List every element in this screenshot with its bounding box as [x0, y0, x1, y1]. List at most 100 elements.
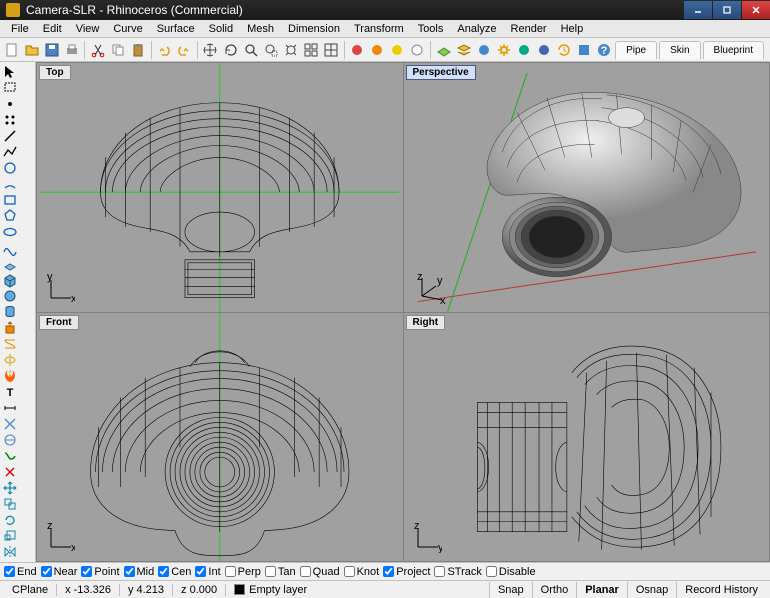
copy-button[interactable] — [109, 40, 128, 60]
rectangle-icon[interactable] — [2, 192, 18, 208]
osnap-near[interactable]: Near — [41, 566, 78, 578]
menu-transform[interactable]: Transform — [347, 21, 411, 37]
curve-icon[interactable] — [2, 240, 18, 256]
menu-render[interactable]: Render — [504, 21, 554, 37]
zoom-button[interactable] — [241, 40, 260, 60]
gear-icon[interactable] — [494, 40, 513, 60]
osnap-cen[interactable]: Cen — [158, 566, 191, 578]
menu-view[interactable]: View — [69, 21, 107, 37]
copy-tool-icon[interactable] — [2, 496, 18, 512]
extrude-icon[interactable] — [2, 320, 18, 336]
cplane-button[interactable] — [434, 40, 453, 60]
cut-button[interactable] — [88, 40, 107, 60]
layer-button[interactable] — [454, 40, 473, 60]
osnap-quad[interactable]: Quad — [300, 566, 340, 578]
viewport-label-front[interactable]: Front — [39, 315, 79, 330]
menu-dimension[interactable]: Dimension — [281, 21, 347, 37]
points-icon[interactable] — [2, 112, 18, 128]
surface-icon[interactable] — [2, 256, 18, 272]
osnap-knot[interactable]: Knot — [344, 566, 380, 578]
osnap-checkbox[interactable] — [158, 566, 169, 577]
help-button[interactable]: ? — [595, 40, 614, 60]
rotate-tool-icon[interactable] — [2, 512, 18, 528]
menu-file[interactable]: File — [4, 21, 36, 37]
osnap-strack[interactable]: STrack — [434, 566, 481, 578]
arc-icon[interactable] — [2, 176, 18, 192]
line-icon[interactable] — [2, 128, 18, 144]
circle-icon[interactable] — [2, 160, 18, 176]
osnap-checkbox[interactable] — [383, 566, 394, 577]
menu-tools[interactable]: Tools — [411, 21, 451, 37]
undo-button[interactable] — [155, 40, 174, 60]
status-layer-selector[interactable]: Empty layer — [226, 584, 315, 596]
shade-orange-icon[interactable] — [368, 40, 387, 60]
close-button[interactable] — [742, 1, 770, 19]
status-pane-snap[interactable]: Snap — [489, 582, 532, 598]
osnap-checkbox[interactable] — [4, 566, 15, 577]
osnap-checkbox[interactable] — [225, 566, 236, 577]
tab-blueprint[interactable]: Blueprint — [703, 41, 764, 59]
osnap-checkbox[interactable] — [41, 566, 52, 577]
cylinder-icon[interactable] — [2, 304, 18, 320]
menu-edit[interactable]: Edit — [36, 21, 69, 37]
rotate-button[interactable] — [221, 40, 240, 60]
viewport-right[interactable]: Right zy — [404, 313, 770, 562]
osnap-point[interactable]: Point — [81, 566, 119, 578]
join-icon[interactable] — [2, 448, 18, 464]
text-icon[interactable]: T — [2, 384, 18, 400]
filter-button[interactable] — [514, 40, 533, 60]
revolve-icon[interactable] — [2, 352, 18, 368]
maximize-button[interactable] — [713, 1, 741, 19]
history-button[interactable] — [555, 40, 574, 60]
shade-yellow-icon[interactable] — [388, 40, 407, 60]
zoom-extents-all-button[interactable] — [301, 40, 320, 60]
viewport-label-perspective[interactable]: Perspective — [406, 65, 476, 80]
lasso-icon[interactable] — [2, 80, 18, 96]
viewport-perspective[interactable]: Perspective — [404, 63, 770, 312]
shade-white-icon[interactable] — [408, 40, 427, 60]
osnap-project[interactable]: Project — [383, 566, 430, 578]
menu-mesh[interactable]: Mesh — [240, 21, 281, 37]
osnap-checkbox[interactable] — [300, 566, 311, 577]
osnap-checkbox[interactable] — [81, 566, 92, 577]
status-pane-record-history[interactable]: Record History — [676, 582, 766, 598]
status-pane-planar[interactable]: Planar — [576, 582, 627, 598]
scale-icon[interactable] — [2, 528, 18, 544]
menu-surface[interactable]: Surface — [150, 21, 202, 37]
tab-pipe[interactable]: Pipe — [615, 41, 657, 59]
properties-button[interactable] — [474, 40, 493, 60]
redo-button[interactable] — [175, 40, 194, 60]
print-button[interactable] — [62, 40, 81, 60]
osnap-int[interactable]: Int — [195, 566, 220, 578]
zoom-window-button[interactable] — [261, 40, 280, 60]
osnap-tan[interactable]: Tan — [265, 566, 296, 578]
mirror-icon[interactable] — [2, 544, 18, 560]
save-button[interactable] — [42, 40, 61, 60]
polygon-icon[interactable] — [2, 208, 18, 224]
viewport-label-top[interactable]: Top — [39, 65, 71, 80]
point-icon[interactable] — [2, 96, 18, 112]
osnap-checkbox[interactable] — [344, 566, 355, 577]
menu-solid[interactable]: Solid — [202, 21, 240, 37]
status-pane-ortho[interactable]: Ortho — [532, 582, 577, 598]
menu-help[interactable]: Help — [554, 21, 591, 37]
polyline-icon[interactable] — [2, 144, 18, 160]
viewport-top[interactable]: Top — [37, 63, 403, 312]
viewport-label-right[interactable]: Right — [406, 315, 446, 330]
osnap-perp[interactable]: Perp — [225, 566, 261, 578]
sphere-icon[interactable] — [2, 288, 18, 304]
osnap-checkbox[interactable] — [486, 566, 497, 577]
shade-red-icon[interactable] — [348, 40, 367, 60]
paste-button[interactable] — [129, 40, 148, 60]
dimension-icon[interactable] — [2, 400, 18, 416]
osnap-checkbox[interactable] — [195, 566, 206, 577]
pan-button[interactable] — [201, 40, 220, 60]
osnap-checkbox[interactable] — [124, 566, 135, 577]
osnap-disable[interactable]: Disable — [486, 566, 536, 578]
flame-icon[interactable] — [2, 368, 18, 384]
options-button[interactable] — [575, 40, 594, 60]
pointer-icon[interactable] — [2, 64, 18, 80]
ellipse-icon[interactable] — [2, 224, 18, 240]
menu-analyze[interactable]: Analyze — [450, 21, 503, 37]
box-icon[interactable] — [2, 272, 18, 288]
